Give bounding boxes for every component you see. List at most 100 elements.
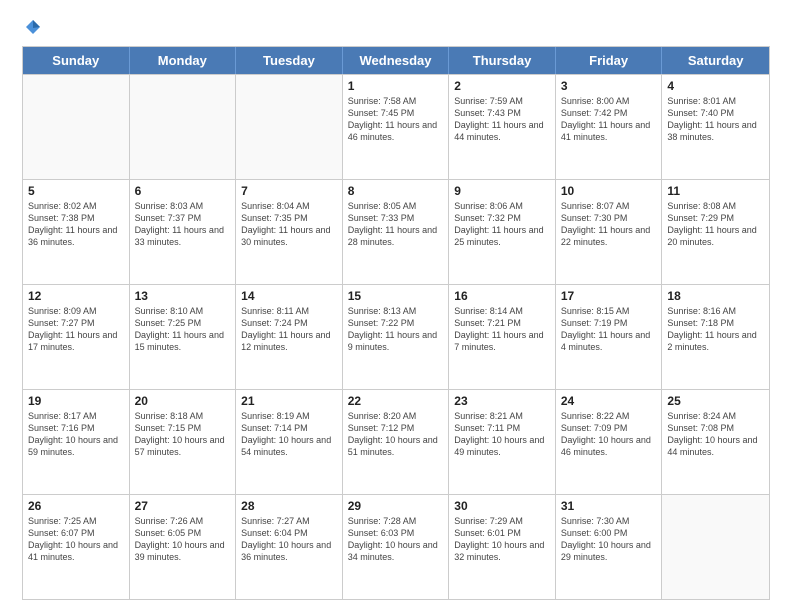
calendar-day-cell: 4 Sunrise: 8:01 AMSunset: 7:40 PMDaylight… <box>662 75 769 179</box>
day-info: Sunrise: 8:04 AMSunset: 7:35 PMDaylight:… <box>241 200 337 249</box>
calendar-header-cell: Saturday <box>662 47 769 74</box>
day-number: 25 <box>667 394 764 408</box>
day-info: Sunrise: 7:58 AMSunset: 7:45 PMDaylight:… <box>348 95 444 144</box>
calendar-day-cell: 12 Sunrise: 8:09 AMSunset: 7:27 PMDayligh… <box>23 285 130 389</box>
day-number: 30 <box>454 499 550 513</box>
calendar-day-cell: 31 Sunrise: 7:30 AMSunset: 6:00 PMDayligh… <box>556 495 663 599</box>
calendar-header-cell: Tuesday <box>236 47 343 74</box>
day-info: Sunrise: 8:24 AMSunset: 7:08 PMDaylight:… <box>667 410 764 459</box>
day-info: Sunrise: 8:07 AMSunset: 7:30 PMDaylight:… <box>561 200 657 249</box>
day-number: 29 <box>348 499 444 513</box>
day-number: 19 <box>28 394 124 408</box>
day-number: 3 <box>561 79 657 93</box>
calendar-day-cell: 6Sunrise: 8:03 AMSunset: 7:37 PMDaylight… <box>130 180 237 284</box>
calendar-header-cell: Thursday <box>449 47 556 74</box>
day-info: Sunrise: 7:30 AMSunset: 6:00 PMDaylight:… <box>561 515 657 564</box>
day-info: Sunrise: 8:14 AMSunset: 7:21 PMDaylight:… <box>454 305 550 354</box>
calendar-header-cell: Sunday <box>23 47 130 74</box>
day-number: 26 <box>28 499 124 513</box>
calendar-day-cell: 28Sunrise: 7:27 AMSunset: 6:04 PMDayligh… <box>236 495 343 599</box>
header <box>22 18 770 36</box>
calendar-day-cell: 27 Sunrise: 7:26 AMSunset: 6:05 PMDayligh… <box>130 495 237 599</box>
day-number: 5 <box>28 184 124 198</box>
day-info: Sunrise: 8:11 AMSunset: 7:24 PMDaylight:… <box>241 305 337 354</box>
day-number: 18 <box>667 289 764 303</box>
day-number: 1 <box>348 79 444 93</box>
day-info: Sunrise: 7:26 AMSunset: 6:05 PMDaylight:… <box>135 515 231 564</box>
calendar-day-cell: 18 Sunrise: 8:16 AMSunset: 7:18 PMDayligh… <box>662 285 769 389</box>
calendar-day-cell: 16 Sunrise: 8:14 AMSunset: 7:21 PMDayligh… <box>449 285 556 389</box>
day-info: Sunrise: 7:25 AMSunset: 6:07 PMDaylight:… <box>28 515 124 564</box>
day-info: Sunrise: 8:13 AMSunset: 7:22 PMDaylight:… <box>348 305 444 354</box>
day-info: Sunrise: 8:16 AMSunset: 7:18 PMDaylight:… <box>667 305 764 354</box>
calendar-day-cell: 19 Sunrise: 8:17 AMSunset: 7:16 PMDayligh… <box>23 390 130 494</box>
day-info: Sunrise: 8:18 AMSunset: 7:15 PMDaylight:… <box>135 410 231 459</box>
calendar-week-row: 26 Sunrise: 7:25 AMSunset: 6:07 PMDayligh… <box>23 494 769 599</box>
page: SundayMondayTuesdayWednesdayThursdayFrid… <box>0 0 792 612</box>
day-number: 28 <box>241 499 337 513</box>
calendar-day-cell: 30 Sunrise: 7:29 AMSunset: 6:01 PMDayligh… <box>449 495 556 599</box>
calendar-day-cell: 1 Sunrise: 7:58 AMSunset: 7:45 PMDaylight… <box>343 75 450 179</box>
day-number: 23 <box>454 394 550 408</box>
day-number: 20 <box>135 394 231 408</box>
day-number: 9 <box>454 184 550 198</box>
calendar: SundayMondayTuesdayWednesdayThursdayFrid… <box>22 46 770 600</box>
day-info: Sunrise: 8:01 AMSunset: 7:40 PMDaylight:… <box>667 95 764 144</box>
calendar-body: 1 Sunrise: 7:58 AMSunset: 7:45 PMDaylight… <box>23 74 769 599</box>
calendar-day-cell: 25 Sunrise: 8:24 AMSunset: 7:08 PMDayligh… <box>662 390 769 494</box>
day-info: Sunrise: 8:09 AMSunset: 7:27 PMDaylight:… <box>28 305 124 354</box>
calendar-day-cell: 17Sunrise: 8:15 AMSunset: 7:19 PMDayligh… <box>556 285 663 389</box>
calendar-day-cell: 7 Sunrise: 8:04 AMSunset: 7:35 PMDaylight… <box>236 180 343 284</box>
calendar-day-cell <box>23 75 130 179</box>
calendar-day-cell: 23 Sunrise: 8:21 AMSunset: 7:11 PMDayligh… <box>449 390 556 494</box>
calendar-day-cell: 22Sunrise: 8:20 AMSunset: 7:12 PMDayligh… <box>343 390 450 494</box>
day-info: Sunrise: 8:21 AMSunset: 7:11 PMDaylight:… <box>454 410 550 459</box>
day-number: 22 <box>348 394 444 408</box>
calendar-day-cell <box>236 75 343 179</box>
day-info: Sunrise: 8:19 AMSunset: 7:14 PMDaylight:… <box>241 410 337 459</box>
day-info: Sunrise: 7:28 AMSunset: 6:03 PMDaylight:… <box>348 515 444 564</box>
calendar-day-cell: 5 Sunrise: 8:02 AMSunset: 7:38 PMDaylight… <box>23 180 130 284</box>
day-info: Sunrise: 7:59 AMSunset: 7:43 PMDaylight:… <box>454 95 550 144</box>
day-info: Sunrise: 8:00 AMSunset: 7:42 PMDaylight:… <box>561 95 657 144</box>
day-info: Sunrise: 8:06 AMSunset: 7:32 PMDaylight:… <box>454 200 550 249</box>
day-number: 8 <box>348 184 444 198</box>
calendar-week-row: 19 Sunrise: 8:17 AMSunset: 7:16 PMDayligh… <box>23 389 769 494</box>
calendar-day-cell: 26 Sunrise: 7:25 AMSunset: 6:07 PMDayligh… <box>23 495 130 599</box>
day-info: Sunrise: 7:29 AMSunset: 6:01 PMDaylight:… <box>454 515 550 564</box>
day-number: 14 <box>241 289 337 303</box>
day-number: 27 <box>135 499 231 513</box>
day-info: Sunrise: 8:22 AMSunset: 7:09 PMDaylight:… <box>561 410 657 459</box>
day-info: Sunrise: 8:08 AMSunset: 7:29 PMDaylight:… <box>667 200 764 249</box>
day-number: 10 <box>561 184 657 198</box>
day-number: 16 <box>454 289 550 303</box>
calendar-day-cell: 9 Sunrise: 8:06 AMSunset: 7:32 PMDaylight… <box>449 180 556 284</box>
day-info: Sunrise: 8:02 AMSunset: 7:38 PMDaylight:… <box>28 200 124 249</box>
day-number: 6 <box>135 184 231 198</box>
day-number: 12 <box>28 289 124 303</box>
day-info: Sunrise: 8:10 AMSunset: 7:25 PMDaylight:… <box>135 305 231 354</box>
calendar-day-cell: 21 Sunrise: 8:19 AMSunset: 7:14 PMDayligh… <box>236 390 343 494</box>
calendar-header-cell: Friday <box>556 47 663 74</box>
calendar-week-row: 5 Sunrise: 8:02 AMSunset: 7:38 PMDaylight… <box>23 179 769 284</box>
day-info: Sunrise: 8:17 AMSunset: 7:16 PMDaylight:… <box>28 410 124 459</box>
day-info: Sunrise: 8:05 AMSunset: 7:33 PMDaylight:… <box>348 200 444 249</box>
day-number: 31 <box>561 499 657 513</box>
calendar-day-cell <box>130 75 237 179</box>
calendar-week-row: 1 Sunrise: 7:58 AMSunset: 7:45 PMDaylight… <box>23 74 769 179</box>
day-number: 4 <box>667 79 764 93</box>
logo <box>22 18 42 36</box>
calendar-header-cell: Wednesday <box>343 47 450 74</box>
day-number: 7 <box>241 184 337 198</box>
calendar-day-cell: 3 Sunrise: 8:00 AMSunset: 7:42 PMDaylight… <box>556 75 663 179</box>
day-number: 17 <box>561 289 657 303</box>
day-number: 2 <box>454 79 550 93</box>
calendar-day-cell: 13Sunrise: 8:10 AMSunset: 7:25 PMDayligh… <box>130 285 237 389</box>
calendar-header-row: SundayMondayTuesdayWednesdayThursdayFrid… <box>23 47 769 74</box>
calendar-day-cell: 29 Sunrise: 7:28 AMSunset: 6:03 PMDayligh… <box>343 495 450 599</box>
calendar-day-cell: 24Sunrise: 8:22 AMSunset: 7:09 PMDayligh… <box>556 390 663 494</box>
day-number: 21 <box>241 394 337 408</box>
calendar-day-cell: 8 Sunrise: 8:05 AMSunset: 7:33 PMDaylight… <box>343 180 450 284</box>
calendar-day-cell: 2 Sunrise: 7:59 AMSunset: 7:43 PMDaylight… <box>449 75 556 179</box>
day-number: 11 <box>667 184 764 198</box>
